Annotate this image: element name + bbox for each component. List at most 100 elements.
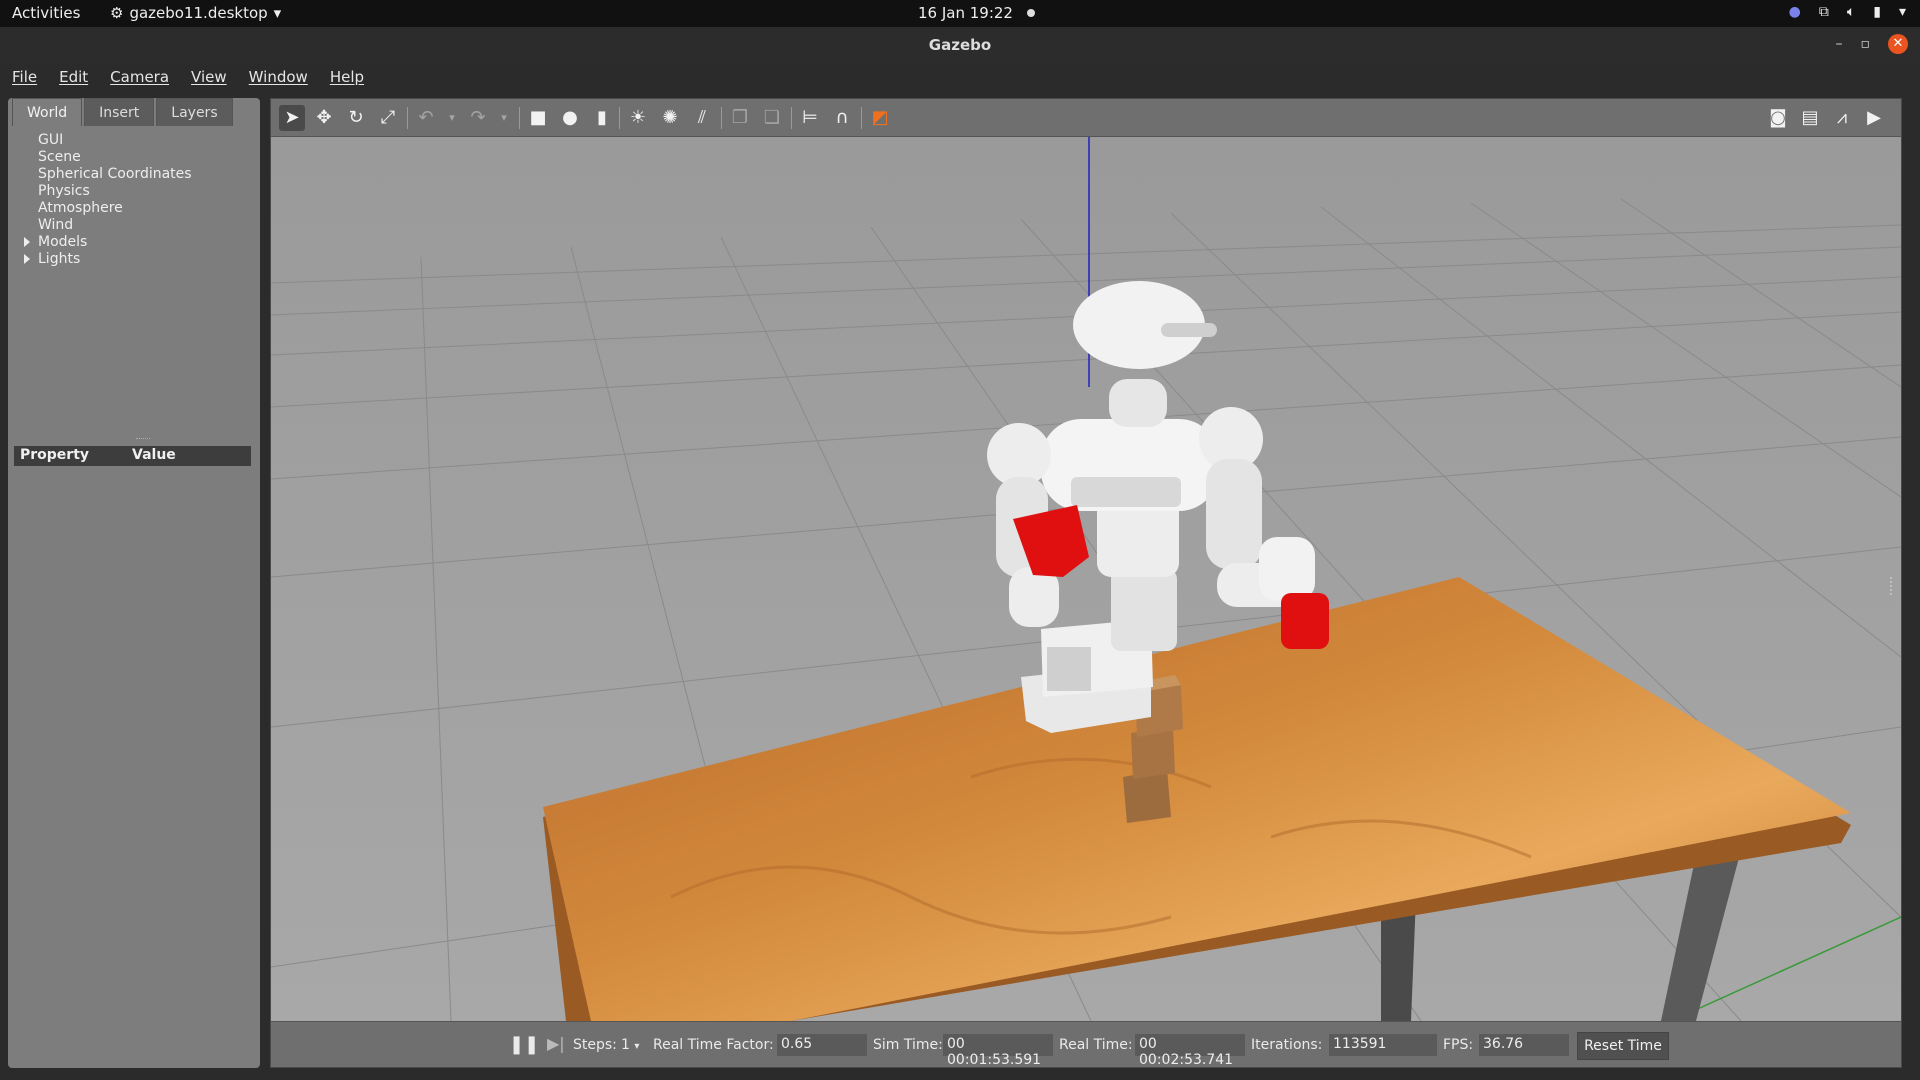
property-table-header: Property Value — [14, 446, 251, 466]
steps-value: 1 — [621, 1037, 630, 1053]
left-panel: World Insert Layers GUI Scene Spherical … — [8, 98, 260, 1068]
gear-icon: ⚙ — [110, 4, 124, 22]
teams-icon[interactable]: ● — [1789, 4, 1801, 20]
redo-icon[interactable]: ↷ — [465, 105, 491, 131]
caret-down-icon[interactable]: ▾ — [1899, 4, 1906, 20]
point-light-icon[interactable]: ☀ — [625, 105, 651, 131]
tab-insert[interactable]: Insert — [84, 98, 155, 126]
tree-item-label: Spherical Coordinates — [38, 166, 192, 182]
volume-icon[interactable]: 🔈︎ — [1847, 4, 1855, 20]
translate-icon[interactable]: ✥ — [311, 105, 337, 131]
record-icon[interactable]: ▶ — [1861, 105, 1887, 131]
align-icon[interactable]: ⊨ — [797, 105, 823, 131]
close-icon[interactable]: ✕ — [1888, 34, 1908, 54]
real-time-value: 00 00:02:53.741 — [1135, 1034, 1245, 1068]
property-column-header: Property — [20, 447, 90, 463]
toolbar-separator — [519, 107, 520, 129]
menu-file[interactable]: File — [12, 68, 37, 86]
fps-value: 36.76 — [1479, 1034, 1569, 1056]
snap-icon[interactable]: ∩ — [829, 105, 855, 131]
activities-button[interactable]: Activities — [12, 4, 80, 22]
rtf-value: 0.65 — [777, 1034, 867, 1056]
undo-history-icon[interactable]: ▾ — [439, 105, 465, 131]
network-icon[interactable]: ⧉ — [1819, 4, 1829, 20]
expand-arrow-icon[interactable] — [24, 254, 30, 264]
tree-item-label: GUI — [38, 132, 64, 148]
panel-tabs: World Insert Layers — [12, 98, 233, 126]
app-menu[interactable]: ⚙ gazebo11.desktop ▾ — [110, 4, 281, 22]
clock[interactable]: 16 Jan 19:22 — [918, 4, 1035, 22]
steps-label: Steps: — [573, 1037, 617, 1053]
menu-help[interactable]: Help — [330, 68, 364, 86]
clock-label: 16 Jan 19:22 — [918, 4, 1013, 22]
tree-item-physics[interactable]: Physics — [22, 183, 192, 200]
pause-icon[interactable]: ❚❚ — [509, 1034, 539, 1055]
paste-icon[interactable]: ❏ — [759, 105, 785, 131]
view-angle-icon[interactable]: ◩ — [867, 105, 893, 131]
sim-time-value: 00 00:01:53.591 — [943, 1034, 1053, 1068]
toolbar-separator — [619, 107, 620, 129]
expand-arrow-icon[interactable] — [24, 237, 30, 247]
copy-icon[interactable]: ❐ — [727, 105, 753, 131]
tab-layers[interactable]: Layers — [156, 98, 233, 126]
fps-label: FPS: — [1443, 1037, 1474, 1053]
app-menu-label: gazebo11.desktop — [129, 4, 268, 22]
minimize-icon[interactable]: – — [1836, 36, 1843, 52]
toolbar-separator — [861, 107, 862, 129]
tree-item-models[interactable]: Models — [22, 234, 192, 251]
scale-icon[interactable]: ⤢ — [375, 105, 401, 131]
toolbar-separator — [791, 107, 792, 129]
system-tray[interactable]: ● ⧉ 🔈︎ ▮ ▾ — [1789, 4, 1906, 20]
spot-light-icon[interactable]: ✺ — [657, 105, 683, 131]
log-icon[interactable]: ▤ — [1797, 105, 1823, 131]
window-title: Gazebo — [928, 36, 992, 54]
select-icon[interactable]: ➤ — [279, 105, 305, 131]
rotate-icon[interactable]: ↻ — [343, 105, 369, 131]
value-column-header: Value — [132, 447, 176, 463]
tab-world[interactable]: World — [12, 98, 83, 126]
undo-icon[interactable]: ↶ — [413, 105, 439, 131]
cylinder-icon[interactable]: ▮ — [589, 105, 615, 131]
iterations-value: 113591 — [1329, 1034, 1437, 1056]
maximize-icon[interactable]: ▫ — [1861, 36, 1871, 52]
menu-edit[interactable]: Edit — [59, 68, 88, 86]
sphere-icon[interactable]: ● — [557, 105, 583, 131]
tree-item-gui[interactable]: GUI — [22, 132, 192, 149]
toolbar-separator — [407, 107, 408, 129]
panel-splitter-handle[interactable] — [136, 438, 150, 439]
tree-item-label: Physics — [38, 183, 90, 199]
tree-item-label: Lights — [38, 251, 81, 267]
directional-light-icon[interactable]: ⫽ — [689, 105, 715, 131]
tree-item-label: Scene — [38, 149, 81, 165]
tree-item-label: Models — [38, 234, 88, 250]
menu-bar: File Edit Camera View Window Help — [0, 64, 1920, 90]
reset-time-button[interactable]: Reset Time — [1577, 1032, 1669, 1060]
step-icon[interactable]: ▶| — [547, 1034, 565, 1053]
spin-down-icon[interactable]: ▾ — [634, 1041, 639, 1052]
tree-item-spherical-coordinates[interactable]: Spherical Coordinates — [22, 166, 192, 183]
screenshot-icon[interactable]: ◙ — [1765, 105, 1791, 131]
menu-window[interactable]: Window — [249, 68, 308, 86]
battery-icon[interactable]: ▮ — [1873, 4, 1881, 20]
box-icon[interactable]: ■ — [525, 105, 551, 131]
toolbar-separator — [721, 107, 722, 129]
main-toolbar: ➤ ✥ ↻ ⤢ ↶ ▾ ↷ ▾ ■ ● ▮ ☀ ✺ ⫽ ❐ ❏ ⊨ ∩ ◩ ◙ … — [271, 99, 1901, 137]
steps-spinbox[interactable]: 1 ▾ — [621, 1037, 639, 1053]
redo-history-icon[interactable]: ▾ — [491, 105, 517, 131]
window-title-bar: Gazebo – ▫ ✕ — [0, 27, 1920, 64]
tree-item-wind[interactable]: Wind — [22, 217, 192, 234]
plot-icon[interactable]: ⩘ — [1829, 105, 1855, 131]
menu-view[interactable]: View — [191, 68, 227, 86]
tree-item-lights[interactable]: Lights — [22, 251, 192, 268]
rtf-label: Real Time Factor: — [653, 1037, 774, 1053]
tree-item-scene[interactable]: Scene — [22, 149, 192, 166]
tree-item-atmosphere[interactable]: Atmosphere — [22, 200, 192, 217]
caret-down-icon: ▾ — [273, 4, 282, 22]
notification-dot-icon — [1026, 9, 1035, 17]
system-top-bar: Activities ⚙ gazebo11.desktop ▾ 16 Jan 1… — [0, 0, 1920, 27]
tree-item-label: Atmosphere — [38, 200, 123, 216]
right-gripper-red — [1281, 593, 1329, 649]
3d-viewport[interactable] — [271, 137, 1901, 1021]
menu-camera[interactable]: Camera — [110, 68, 169, 86]
bottom-status-bar: ❚❚ ▶| Steps: 1 ▾ Real Time Factor: 0.65 … — [271, 1021, 1901, 1068]
